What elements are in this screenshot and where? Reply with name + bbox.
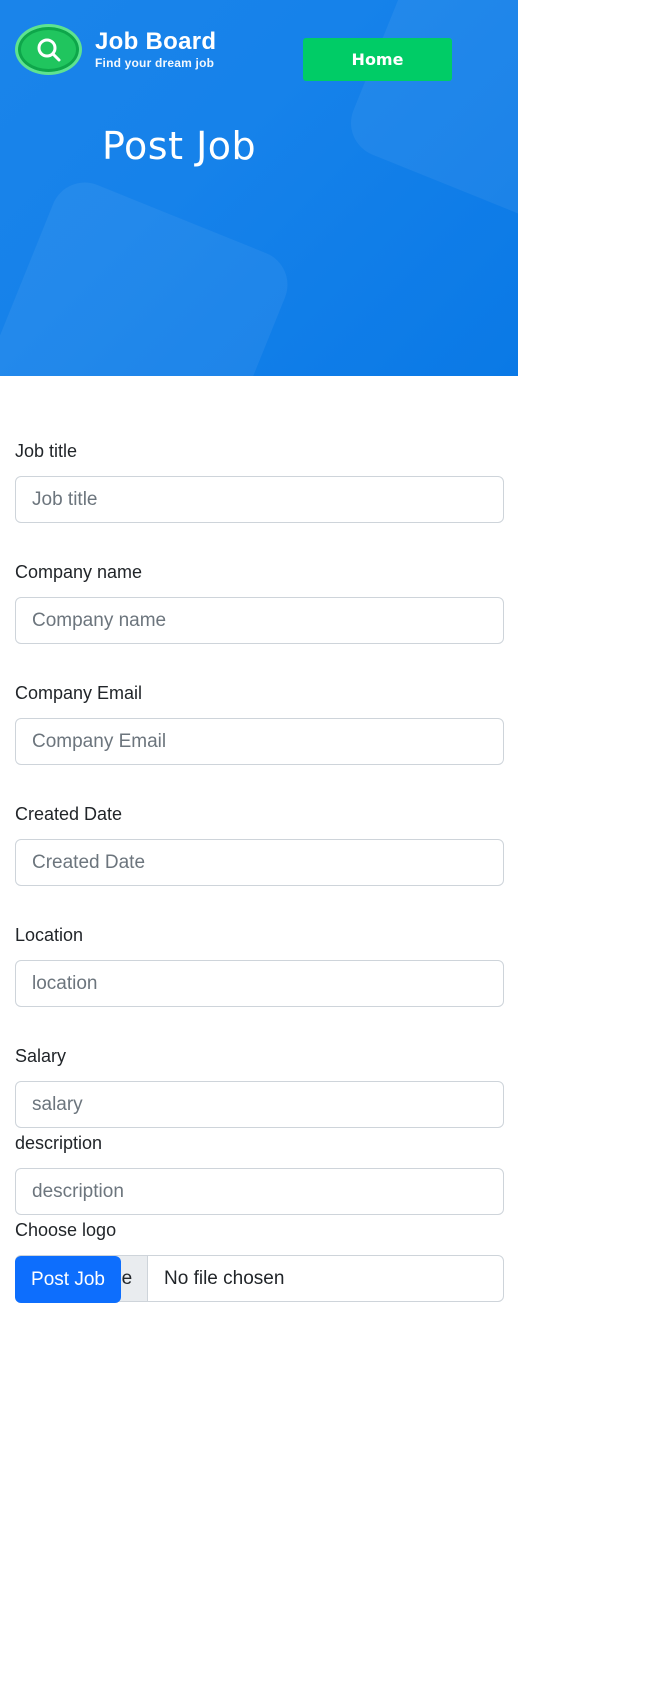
- post-job-form: Job title Company name Company Email Cre…: [15, 440, 504, 1302]
- job-title-label: Job title: [15, 441, 78, 461]
- hero-decoration: [0, 172, 298, 376]
- job-title-input[interactable]: [15, 476, 504, 523]
- hero-header: Job Board Find your dream job Home Post …: [0, 0, 518, 376]
- location-input[interactable]: [15, 960, 504, 1007]
- page-title: Post Job: [102, 124, 257, 168]
- post-job-button[interactable]: Post Job: [15, 1256, 121, 1303]
- hero-decoration: [340, 0, 518, 240]
- description-input[interactable]: [15, 1168, 504, 1215]
- file-status: No file chosen: [164, 1267, 285, 1289]
- salary-label: Salary: [15, 1046, 67, 1066]
- description-label: description: [15, 1133, 103, 1153]
- company-email-label: Company Email: [15, 683, 143, 703]
- page: Job Board Find your dream job Home Post …: [0, 0, 518, 1366]
- created-date-input[interactable]: [15, 839, 504, 886]
- search-icon: [15, 24, 82, 75]
- brand-title: Job Board: [95, 27, 217, 55]
- company-email-input[interactable]: [15, 718, 504, 765]
- created-date-label: Created Date: [15, 804, 123, 824]
- home-button[interactable]: Home: [303, 38, 452, 81]
- salary-input[interactable]: [15, 1081, 504, 1128]
- brand-text: Job Board Find your dream job: [95, 27, 217, 71]
- brand-subtitle: Find your dream job: [95, 55, 215, 70]
- choose-logo-label: Choose logo: [15, 1220, 117, 1240]
- company-name-label: Company name: [15, 562, 143, 582]
- location-label: Location: [15, 925, 84, 945]
- company-name-input[interactable]: [15, 597, 504, 644]
- brand-logo[interactable]: Job Board Find your dream job: [15, 24, 216, 75]
